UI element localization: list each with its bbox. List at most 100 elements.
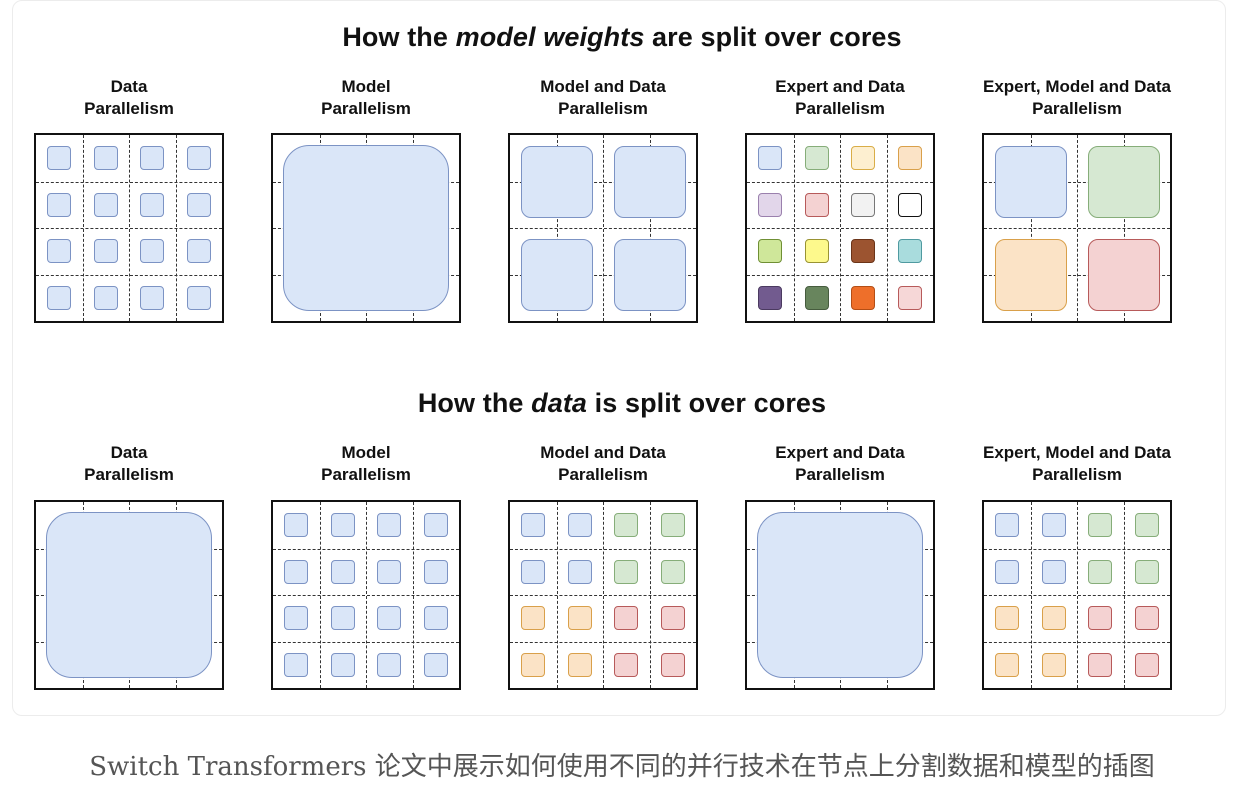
core-block <box>758 239 783 264</box>
core-block <box>186 146 211 171</box>
core-block <box>804 146 829 171</box>
data-section-title: How the data is split over cores <box>417 388 827 418</box>
core-block <box>93 239 118 264</box>
core-block <box>567 559 592 584</box>
grid-divider <box>1123 502 1125 688</box>
core-block <box>93 146 118 171</box>
data-panel-label-3: Model and Data Parallelism <box>493 442 713 486</box>
panel-label-line: Parallelism <box>795 99 885 118</box>
core-block <box>758 192 783 217</box>
core-block <box>186 239 211 264</box>
core-block <box>995 513 1020 538</box>
core-block <box>47 146 72 171</box>
core-block <box>1041 652 1066 677</box>
core-block <box>1134 606 1159 631</box>
data-grid-1 <box>34 500 224 690</box>
weights-grid-5 <box>982 133 1172 323</box>
grid-divider <box>984 595 1170 596</box>
grid-divider <box>984 641 1170 643</box>
core-block <box>93 192 118 217</box>
core-block <box>851 285 876 310</box>
core-block <box>47 192 72 217</box>
data-grid-3 <box>508 500 698 690</box>
panel-label-line: Model and Data <box>540 443 666 462</box>
core-block <box>567 652 592 677</box>
panel-label-line: Expert, Model and Data <box>983 443 1171 462</box>
core-block <box>1041 559 1066 584</box>
core-block <box>1041 606 1066 631</box>
core-block <box>567 513 592 538</box>
core-block <box>995 652 1020 677</box>
weights-panel-label-3: Model and Data Parallelism <box>493 76 713 120</box>
grid-divider <box>36 228 222 229</box>
core-block <box>377 606 402 631</box>
core-block <box>284 559 309 584</box>
full-block <box>46 512 212 678</box>
panel-label-line: Parallelism <box>84 99 174 118</box>
core-block <box>897 192 922 217</box>
core-block <box>521 652 546 677</box>
panel-label-line: Parallelism <box>1032 99 1122 118</box>
core-block <box>614 606 639 631</box>
core-block <box>660 559 685 584</box>
grid-divider <box>273 595 459 596</box>
core-block <box>851 239 876 264</box>
panel-label-line: Model and Data <box>540 77 666 96</box>
data-panel-label-4: Expert and Data Parallelism <box>730 442 950 486</box>
partition-block <box>1087 238 1160 311</box>
core-block <box>377 652 402 677</box>
full-block <box>757 512 923 678</box>
partition-block <box>613 238 686 311</box>
core-block <box>1134 513 1159 538</box>
core-block <box>1088 513 1113 538</box>
panel-label-line: Parallelism <box>558 99 648 118</box>
core-block <box>614 559 639 584</box>
figure-caption: Switch Transformers 论文中展示如何使用不同的并行技术在节点上… <box>89 752 1155 782</box>
core-block <box>660 652 685 677</box>
core-block <box>1088 606 1113 631</box>
panel-label-line: Parallelism <box>84 465 174 484</box>
core-block <box>330 559 355 584</box>
grid-divider <box>412 502 414 688</box>
data-panel-label-1: Data Parallelism <box>19 442 239 486</box>
panel-label-line: Parallelism <box>558 465 648 484</box>
core-block <box>330 513 355 538</box>
weights-grid-4 <box>745 133 935 323</box>
core-block <box>660 606 685 631</box>
grid-divider <box>175 135 177 321</box>
data-panel-label-2: Model Parallelism <box>256 442 476 486</box>
core-block <box>660 513 685 538</box>
core-block <box>1088 559 1113 584</box>
panel-label-line: Data <box>110 77 148 96</box>
core-block <box>1041 513 1066 538</box>
core-block <box>377 513 402 538</box>
weights-grid-3 <box>508 133 698 323</box>
core-block <box>330 606 355 631</box>
core-block <box>284 513 309 538</box>
data-grid-5 <box>982 500 1172 690</box>
panel-label-line: Parallelism <box>321 465 411 484</box>
panel-label-line: Expert and Data <box>775 77 905 96</box>
core-block <box>423 652 448 677</box>
partition-block <box>1087 145 1160 218</box>
panel-label-line: Parallelism <box>795 465 885 484</box>
grid-divider <box>747 228 933 229</box>
core-block <box>521 559 546 584</box>
core-block <box>1134 652 1159 677</box>
data-grid-2 <box>271 500 461 690</box>
core-block <box>521 513 546 538</box>
partition-block <box>520 238 593 311</box>
grid-divider <box>36 274 222 276</box>
weights-panel-label-1: Data Parallelism <box>19 76 239 120</box>
core-block <box>140 285 165 310</box>
core-block <box>614 513 639 538</box>
core-block <box>521 606 546 631</box>
core-block <box>93 285 118 310</box>
core-block <box>47 239 72 264</box>
core-block <box>423 513 448 538</box>
grid-divider <box>510 641 696 643</box>
core-block <box>330 652 355 677</box>
panel-label-line: Model <box>341 443 391 462</box>
partition-block <box>994 238 1067 311</box>
panel-label-line: Model <box>341 77 391 96</box>
